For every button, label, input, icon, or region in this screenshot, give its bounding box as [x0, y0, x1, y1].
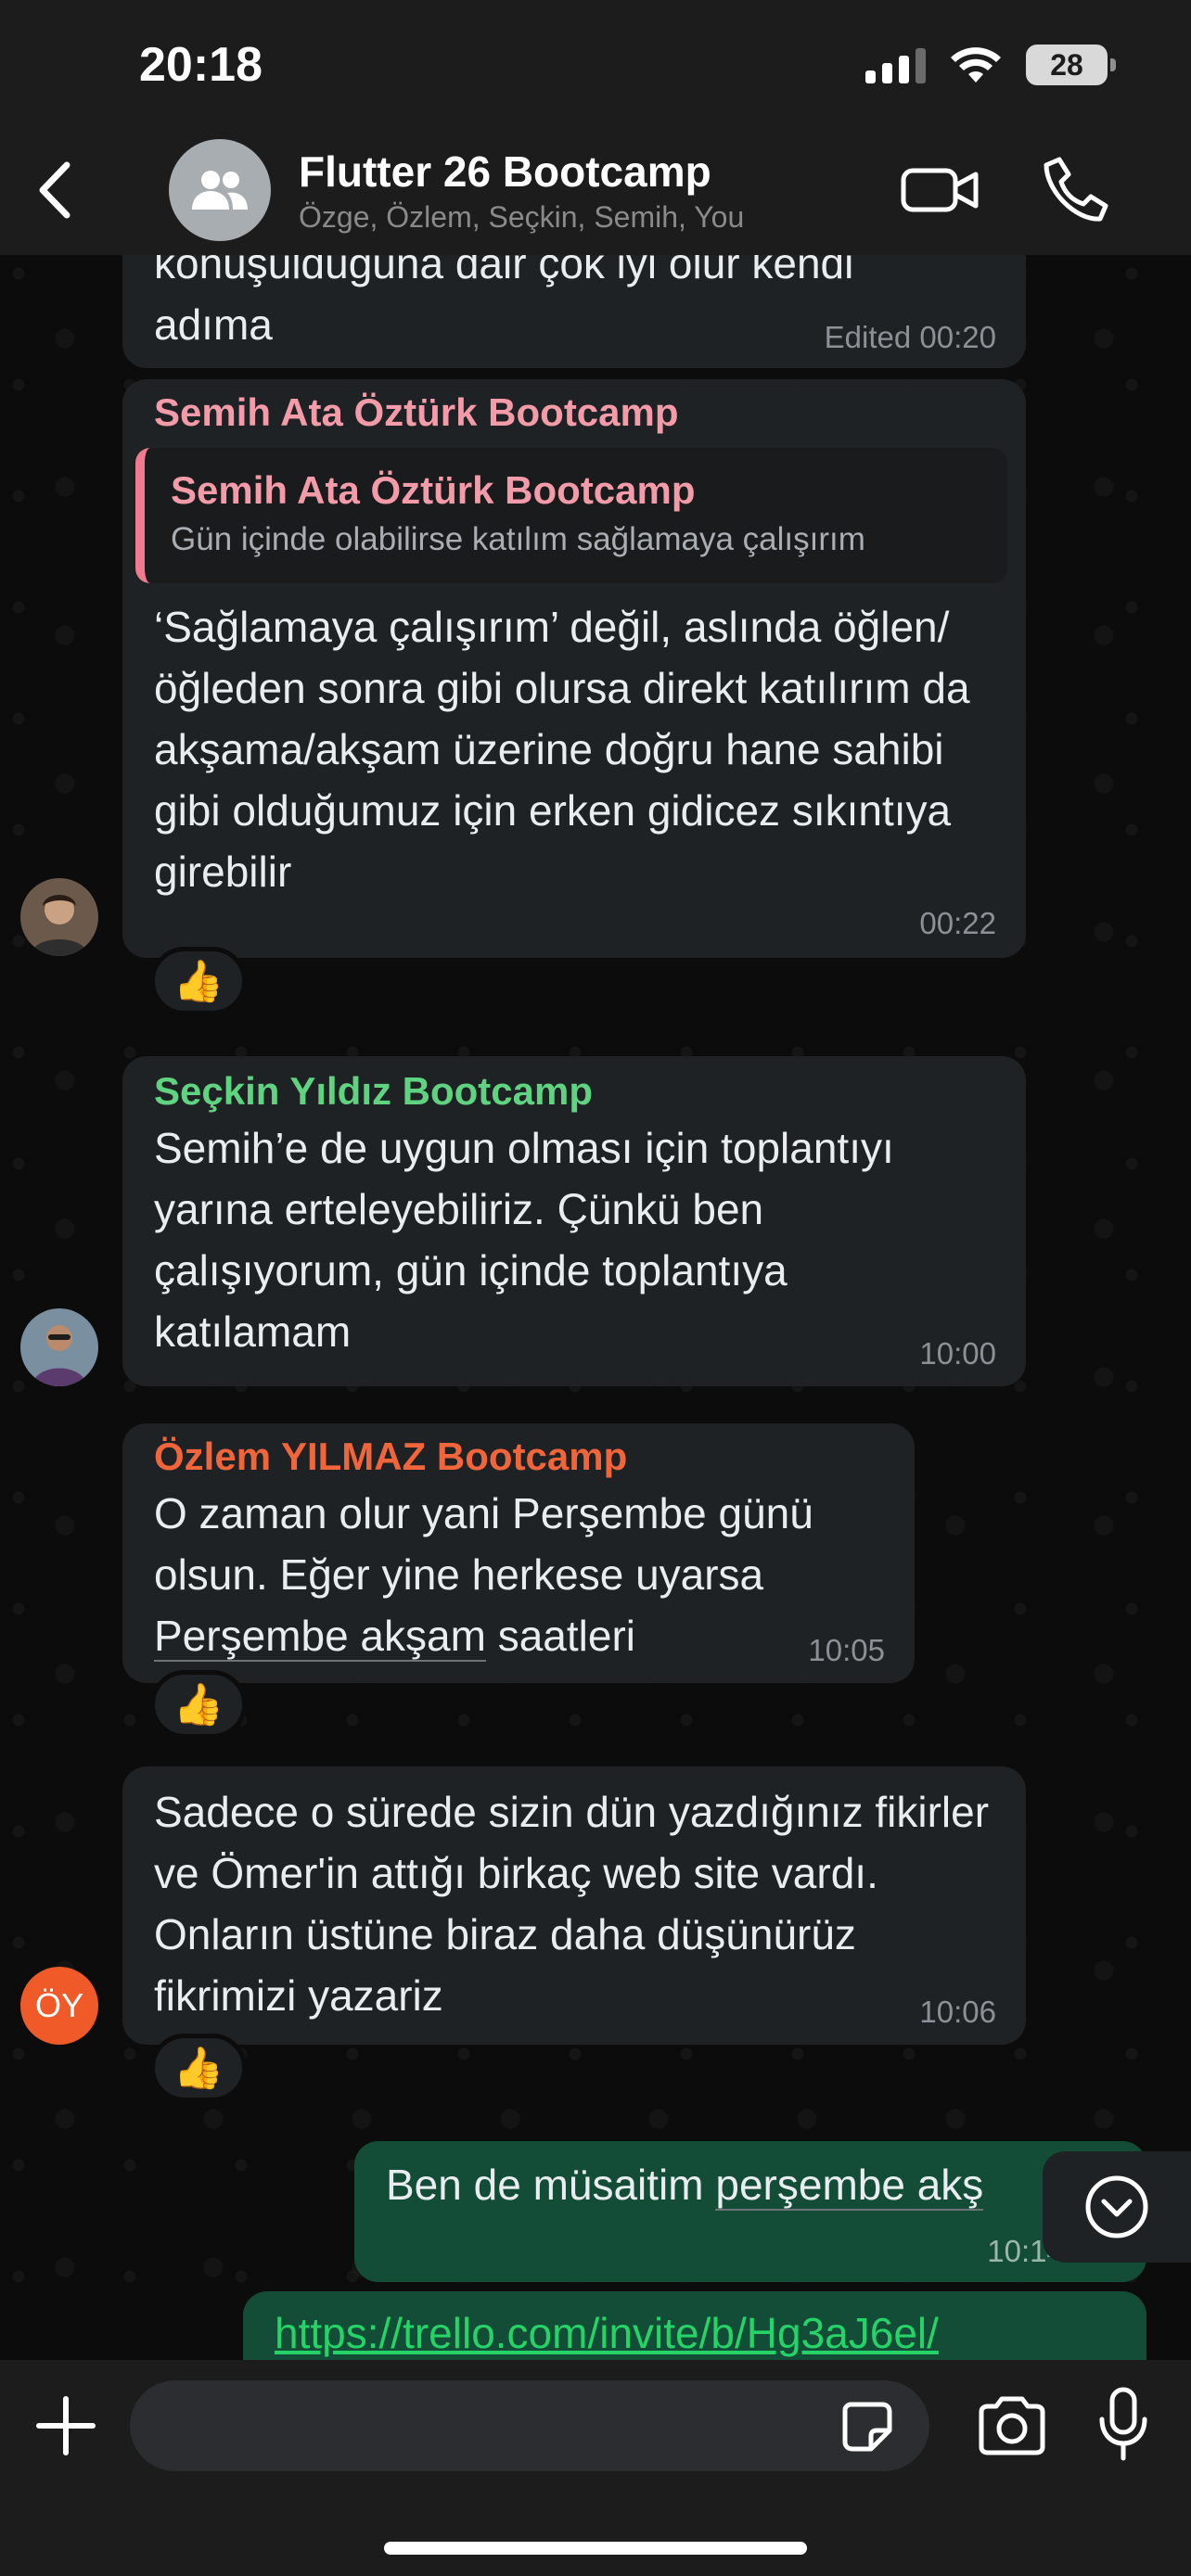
message-input[interactable]: [130, 2380, 929, 2471]
message-bubble[interactable]: Semih Ata Öztürk Bootcamp Semih Ata Öztü…: [122, 379, 1026, 958]
message-text: Ben de müsaitim perşembe akş: [386, 2141, 1115, 2215]
video-call-button[interactable]: [900, 158, 983, 223]
avatar-semih[interactable]: [20, 878, 98, 956]
message-time: Edited 00:20: [824, 320, 996, 354]
group-people-icon: [192, 171, 248, 210]
battery-indicator: 28: [1026, 45, 1116, 85]
top-bar: 20:18 28 Flutter 26 Bootcamp Özge, Özlem…: [0, 0, 1191, 255]
message-reaction[interactable]: 👍: [150, 1670, 247, 1739]
message-text: ‘Sağlamaya çalışırım’ değil, aslında öğl…: [154, 603, 970, 896]
chevron-down-circle-icon: [1085, 2175, 1148, 2238]
message-link-wrapper: https://trello.com/invite/b/Hg3aJ6el/: [275, 2291, 1115, 2358]
wifi-icon: [951, 47, 1001, 83]
chat-header: Flutter 26 Bootcamp Özge, Özlem, Seçkin,…: [0, 130, 1191, 250]
message-bubble[interactable]: Özlem YILMAZ Bootcamp O zaman olur yani …: [122, 1423, 915, 1683]
home-indicator[interactable]: [384, 2542, 807, 2555]
status-icons: 28: [865, 45, 1116, 85]
message-time: 10:06: [919, 1995, 996, 2029]
phone-icon: [1044, 157, 1108, 222]
camera-button[interactable]: [976, 2393, 1048, 2458]
outgoing-message-bubble[interactable]: Ben de müsaitim perşembe akş 10:14: [354, 2141, 1146, 2282]
sticker-icon: [842, 2402, 892, 2452]
voice-message-button[interactable]: [1095, 2386, 1152, 2464]
group-avatar[interactable]: [169, 139, 271, 241]
message-time: 00:22: [919, 906, 996, 940]
quoted-message[interactable]: Semih Ata Öztürk Bootcamp Gün içinde ola…: [135, 448, 1007, 583]
status-time: 20:18: [139, 38, 263, 92]
message-link[interactable]: https://trello.com/invite/b/Hg3aJ6el/: [275, 2309, 939, 2357]
message-sender: Özlem YILMAZ Bootcamp: [154, 1435, 628, 1478]
message-time: 10:05: [808, 1633, 885, 1667]
quoted-text: Gün içinde olabilirse katılım sağlamaya …: [171, 521, 865, 557]
message-text-part: saatleri: [485, 1612, 635, 1660]
message-reaction[interactable]: 👍: [150, 2034, 247, 2102]
back-button[interactable]: [28, 158, 83, 223]
cellular-signal-icon: [865, 46, 926, 83]
message-text: konuşulduğuna dair çok iyi olur kendi: [154, 255, 854, 287]
voice-call-button[interactable]: [1039, 152, 1113, 226]
quoted-sender: Semih Ata Öztürk Bootcamp: [171, 468, 696, 512]
message-text: Semih’e de uygun olması için toplantıyı …: [154, 1124, 894, 1356]
date-link[interactable]: perşembe akş: [715, 2161, 984, 2211]
camera-icon: [979, 2396, 1045, 2455]
attach-button[interactable]: [33, 2393, 98, 2458]
message-text-part: O zaman olur yani Perşembe günü olsun. E…: [154, 1489, 813, 1599]
plus-icon: [36, 2396, 96, 2455]
date-link[interactable]: Perşembe akşam: [154, 1612, 486, 1662]
avatar-initials[interactable]: ÖY: [20, 1967, 98, 2045]
message-sender: Seçkin Yıldız Bootcamp: [154, 1069, 594, 1113]
sticker-button[interactable]: [839, 2399, 895, 2455]
chat-messages[interactable]: konuşulduğuna dair çok iyi olur kendi ad…: [0, 255, 1191, 2360]
composer-bar: [0, 2360, 1191, 2576]
message-bubble[interactable]: Sadece o sürede sizin dün yazdığınız fik…: [122, 1766, 1026, 2045]
message-text-part: Ben de müsaitim: [386, 2161, 716, 2209]
avatar-seckin[interactable]: [20, 1308, 98, 1386]
chat-participants[interactable]: Özge, Özlem, Seçkin, Semih, You: [299, 200, 744, 235]
outgoing-message-bubble[interactable]: https://trello.com/invite/b/Hg3aJ6el/: [243, 2291, 1146, 2360]
microphone-icon: [1099, 2387, 1147, 2461]
avatar-image: [20, 878, 98, 956]
avatar-image: [20, 1308, 98, 1386]
chevron-left-icon: [39, 161, 70, 219]
message-text: Sadece o sürede sizin dün yazdığınız fik…: [154, 1788, 990, 2020]
message-text: O zaman olur yani Perşembe günü olsun. E…: [154, 1483, 883, 1666]
video-camera-icon: [901, 168, 979, 212]
message-bubble[interactable]: konuşulduğuna dair çok iyi olur kendi ad…: [122, 255, 1026, 368]
message-reaction[interactable]: 👍: [150, 947, 247, 1015]
message-time: 10:00: [919, 1336, 996, 1371]
message-sender: Semih Ata Öztürk Bootcamp: [154, 390, 679, 434]
message-bubble[interactable]: Seçkin Yıldız Bootcamp Semih’e de uygun …: [122, 1056, 1026, 1386]
chat-title[interactable]: Flutter 26 Bootcamp: [299, 147, 711, 197]
scroll-to-bottom-button[interactable]: [1043, 2151, 1191, 2263]
